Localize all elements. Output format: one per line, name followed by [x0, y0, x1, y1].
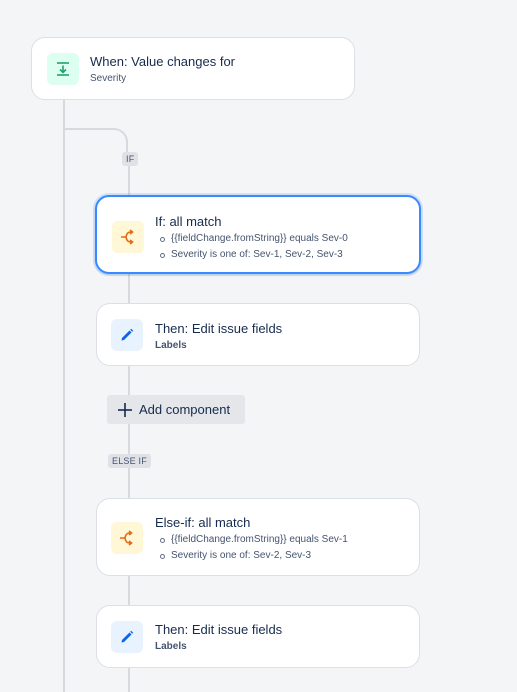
if-condition-card[interactable]: If: all match {{fieldChange.fromString}}…	[95, 195, 421, 274]
pencil-icon	[111, 621, 143, 653]
trigger-card[interactable]: When: Value changes for Severity	[31, 37, 355, 100]
if-action-subtitle: Labels	[155, 340, 187, 351]
else-if-condition-list: {{fieldChange.fromString}} equals Sev-1 …	[155, 532, 348, 564]
else-if-action-subtitle: Labels	[155, 641, 187, 652]
plus-icon	[118, 402, 132, 417]
branch-icon	[112, 221, 144, 253]
branch-connector-corner	[63, 128, 128, 158]
if-condition-title: If: all match	[155, 214, 222, 229]
if-action-title: Then: Edit issue fields	[155, 321, 283, 336]
add-component-label: Add component	[139, 402, 231, 417]
trigger-title: When: Value changes for	[90, 54, 236, 69]
else-if-branch-label: ELSE IF	[108, 454, 151, 468]
condition-item: Severity is one of: Sev-1, Sev-2, Sev-3	[160, 247, 348, 263]
else-if-condition-card[interactable]: Else-if: all match {{fieldChange.fromStr…	[96, 498, 420, 576]
add-component-button[interactable]: Add component	[107, 395, 245, 424]
if-branch-label: IF	[122, 152, 139, 166]
main-connector-line	[63, 99, 65, 692]
else-if-action-card[interactable]: Then: Edit issue fields Labels	[96, 605, 420, 668]
if-condition-list: {{fieldChange.fromString}} equals Sev-0 …	[155, 231, 348, 263]
condition-item: {{fieldChange.fromString}} equals Sev-1	[160, 532, 348, 548]
trigger-subtitle: Severity	[90, 73, 127, 84]
else-if-condition-title: Else-if: all match	[155, 515, 251, 530]
pencil-icon	[111, 319, 143, 351]
condition-item: Severity is one of: Sev-2, Sev-3	[160, 548, 348, 564]
condition-item: {{fieldChange.fromString}} equals Sev-0	[160, 231, 348, 247]
if-action-card[interactable]: Then: Edit issue fields Labels	[96, 303, 420, 366]
else-if-action-title: Then: Edit issue fields	[155, 622, 283, 637]
field-change-icon	[47, 53, 79, 85]
branch-icon	[111, 522, 143, 554]
